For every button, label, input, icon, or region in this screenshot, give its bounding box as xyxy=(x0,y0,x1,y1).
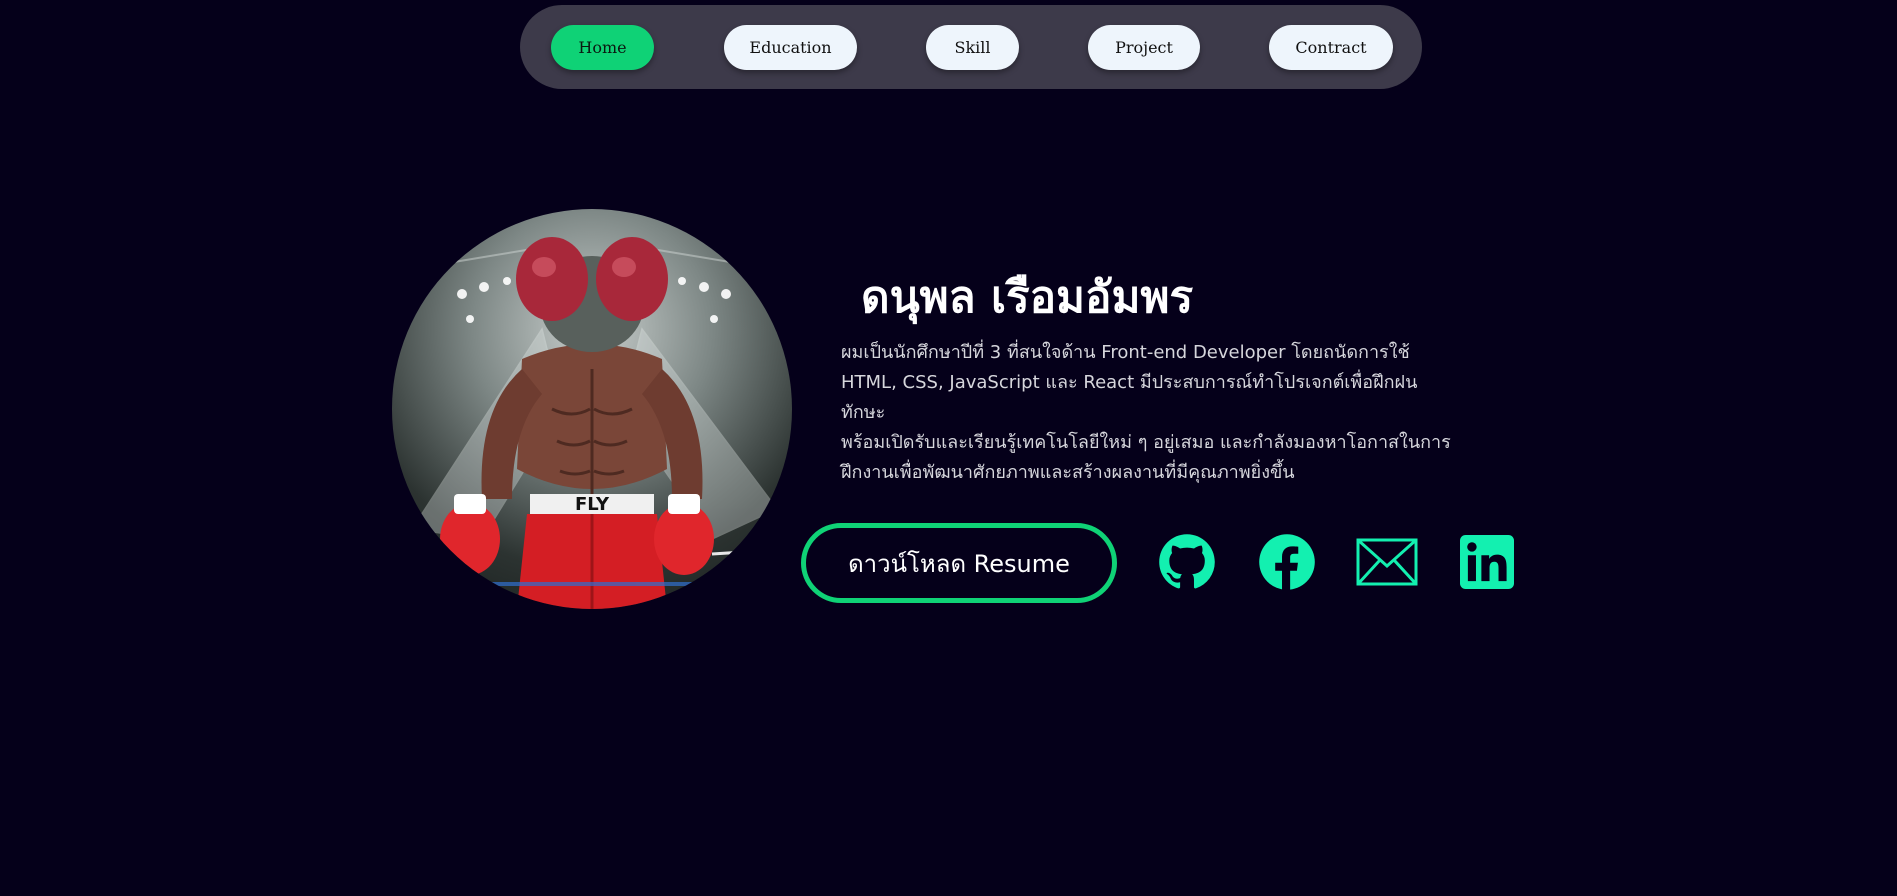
description-line: HTML, CSS, JavaScript และ React มีประสบก… xyxy=(841,372,1418,423)
nav-education-button[interactable]: Education xyxy=(724,25,857,70)
github-link[interactable] xyxy=(1156,531,1218,593)
linkedin-link[interactable] xyxy=(1456,531,1518,593)
shorts-lettering: FLY xyxy=(575,494,610,515)
nav-home-button[interactable]: Home xyxy=(551,25,654,70)
facebook-link[interactable] xyxy=(1256,531,1318,593)
description-line: ผมเป็นนักศึกษาปีที่ 3 ที่สนใจด้าน Front-… xyxy=(841,342,1410,363)
linkedin-icon xyxy=(1460,535,1514,589)
profile-avatar: FLY xyxy=(392,209,792,609)
profile-name: ดนุพล เรือมอัมพร xyxy=(861,272,1194,323)
profile-description: ผมเป็นนักศึกษาปีที่ 3 ที่สนใจด้าน Front-… xyxy=(841,338,1456,488)
email-link[interactable] xyxy=(1356,531,1418,593)
description-line: พร้อมเปิดรับและเรียนรู้เทคโนโลยีใหม่ ๆ อ… xyxy=(841,432,1451,453)
download-resume-button[interactable]: ดาวน์โหลด Resume xyxy=(801,523,1117,603)
facebook-icon xyxy=(1259,534,1315,591)
nav-skill-button[interactable]: Skill xyxy=(926,25,1019,70)
nav-contract-button[interactable]: Contract xyxy=(1269,25,1393,70)
email-icon xyxy=(1356,538,1418,586)
nav-project-button[interactable]: Project xyxy=(1088,25,1200,70)
boxer-fly-illustration: FLY xyxy=(392,237,792,609)
github-icon xyxy=(1159,534,1215,589)
description-line: ฝึกงานเพื่อพัฒนาศักยภาพและสร้างผลงานที่ม… xyxy=(841,462,1295,483)
top-navigation: Home Education Skill Project Contract xyxy=(520,5,1422,89)
